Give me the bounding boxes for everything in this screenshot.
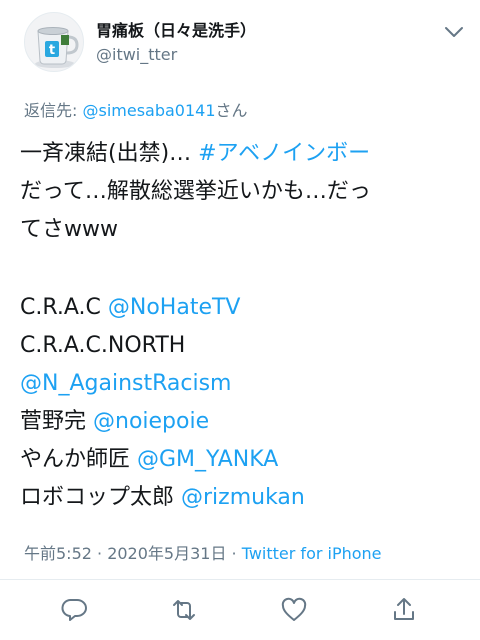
mention-link[interactable]: @rizmukan bbox=[181, 485, 305, 510]
display-name[interactable]: 胃痛板（日々是洗手） bbox=[96, 21, 256, 41]
reply-to-label: 返信先: bbox=[24, 101, 83, 120]
tweet-meta: 午前5:52 · 2020年5月31日 · Twitter for iPhone bbox=[24, 540, 382, 564]
chevron-down-icon[interactable] bbox=[444, 24, 464, 38]
tweet-header: t 胃痛板（日々是洗手） @itwi_tter bbox=[24, 12, 464, 76]
reply-to-line: 返信先: @simesaba0141さん bbox=[24, 97, 248, 121]
mention-link[interactable]: @GM_YANKA bbox=[137, 447, 278, 472]
tweet-line: ロボコップ太郎 @rizmukan bbox=[20, 479, 466, 517]
hashtag-link[interactable]: #アベノインボー bbox=[198, 141, 370, 166]
tweet-line: C.R.A.C.NORTH bbox=[20, 333, 186, 358]
heart-icon[interactable] bbox=[280, 596, 308, 624]
divider bbox=[0, 579, 480, 580]
tweet-line-text: やんか師匠 bbox=[20, 447, 137, 472]
tweet-line: やんか師匠 @GM_YANKA bbox=[20, 441, 466, 479]
tweet-line: C.R.A.C @NoHateTV bbox=[20, 289, 466, 327]
tweet-timestamp[interactable]: 午前5:52 · 2020年5月31日 · bbox=[24, 544, 242, 563]
mention-link[interactable]: @noiepoie bbox=[93, 409, 209, 434]
tweet-line: てさwww bbox=[20, 217, 118, 242]
tweet-line-text: 菅野完 bbox=[20, 409, 93, 434]
tweet-line-text: 一斉凍結(出禁)… bbox=[20, 141, 199, 166]
retweet-icon[interactable] bbox=[170, 596, 198, 624]
svg-text:t: t bbox=[49, 43, 55, 58]
user-handle[interactable]: @itwi_tter bbox=[96, 44, 256, 66]
action-bar bbox=[0, 596, 480, 632]
tweet-line: @N_AgainstRacism bbox=[20, 365, 466, 403]
tweet-text: 一斉凍結(出禁)… #アベノインボー だって…解散総選挙近いかも…だっ てさww… bbox=[20, 135, 466, 517]
coffee-mug-icon: t bbox=[35, 27, 79, 68]
mention-link[interactable]: @NoHateTV bbox=[108, 295, 241, 320]
reply-mention-link[interactable]: @simesaba0141 bbox=[82, 101, 215, 120]
tweet-line: 菅野完 @noiepoie bbox=[20, 403, 466, 441]
reply-to-suffix: さん bbox=[215, 101, 248, 120]
tweet-line: 一斉凍結(出禁)… #アベノインボー bbox=[20, 135, 466, 173]
tweet-source-link[interactable]: Twitter for iPhone bbox=[242, 544, 382, 563]
mention-link[interactable]: @N_AgainstRacism bbox=[20, 371, 231, 396]
tweet-line: だって…解散総選挙近いかも…だっ bbox=[20, 179, 371, 204]
avatar[interactable]: t bbox=[24, 12, 84, 72]
share-icon[interactable] bbox=[390, 596, 418, 624]
tweet-line-text: ロボコップ太郎 bbox=[20, 485, 181, 510]
reply-icon[interactable] bbox=[60, 596, 88, 624]
tweet-line-text: C.R.A.C bbox=[20, 295, 108, 320]
profile-names: 胃痛板（日々是洗手） @itwi_tter bbox=[96, 21, 256, 66]
